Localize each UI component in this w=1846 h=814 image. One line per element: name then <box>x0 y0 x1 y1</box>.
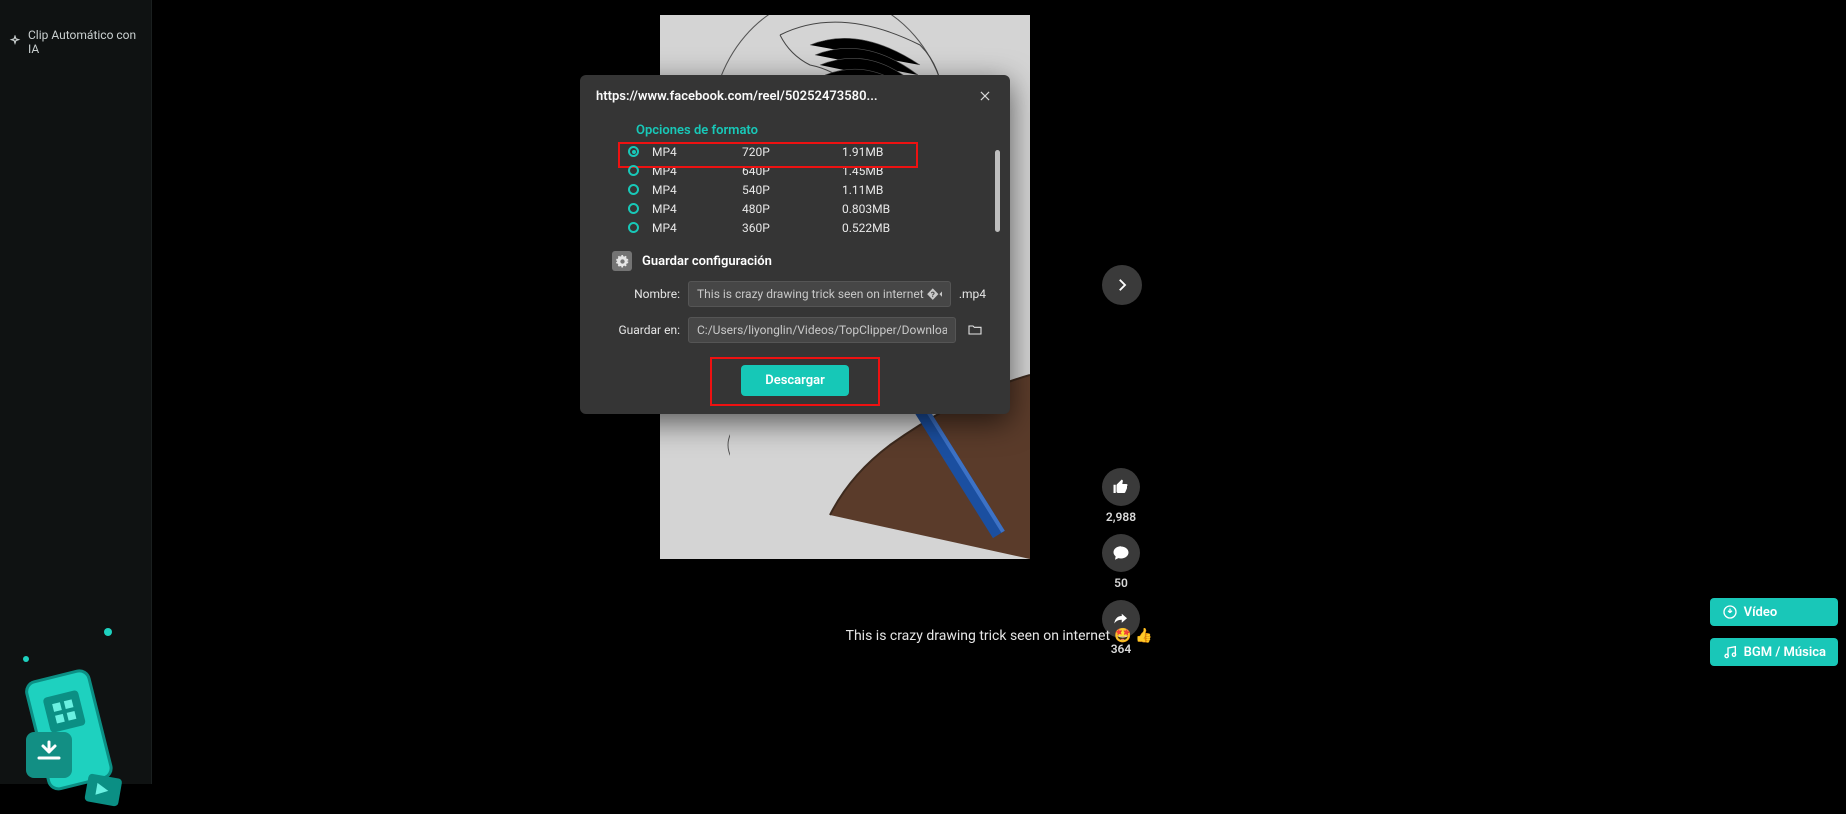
comment-icon <box>1112 544 1130 562</box>
download-wrap: Descargar <box>580 353 1010 414</box>
save-config-title: Guardar configuración <box>642 254 772 269</box>
format-type: MP4 <box>652 183 742 197</box>
close-icon <box>978 89 992 103</box>
browse-folder-button[interactable] <box>964 320 986 340</box>
sidebar: Clip Automático con IA <box>0 0 152 784</box>
name-label: Nombre: <box>612 287 680 301</box>
save-config-section: Guardar configuración Nombre: .mp4 Guard… <box>580 237 1010 343</box>
comment-action: 50 <box>1102 534 1140 590</box>
caption-emoji: 🤩 👍 <box>1114 628 1152 644</box>
like-count: 2,988 <box>1106 510 1136 524</box>
format-option-540p[interactable]: MP4540P1.11MB <box>618 180 980 199</box>
savein-field-row: Guardar en: <box>612 317 986 343</box>
format-type: MP4 <box>652 164 742 178</box>
caption-text: This is crazy drawing trick seen on inte… <box>846 628 1110 644</box>
format-scrollbar[interactable] <box>995 150 1000 232</box>
savein-label: Guardar en: <box>612 323 680 337</box>
name-ext: .mp4 <box>959 287 986 301</box>
format-options-title: Opciones de formato <box>580 115 1010 142</box>
download-dialog: https://www.facebook.com/reel/5025247358… <box>580 75 1010 414</box>
name-field-row: Nombre: .mp4 <box>612 281 986 307</box>
share-icon <box>1112 610 1130 628</box>
format-size: 0.803MB <box>842 202 980 216</box>
format-size: 1.91MB <box>842 145 980 159</box>
download-button[interactable]: Descargar <box>741 365 849 396</box>
format-options: MP4720P1.91MBMP4640P1.45MBMP4540P1.11MBM… <box>580 142 1010 237</box>
like-button[interactable] <box>1102 468 1140 506</box>
savein-input[interactable] <box>688 317 956 343</box>
comment-count: 50 <box>1114 576 1128 590</box>
format-size: 1.45MB <box>842 164 980 178</box>
dialog-header: https://www.facebook.com/reel/5025247358… <box>580 75 1010 115</box>
format-type: MP4 <box>652 221 742 235</box>
format-size: 0.522MB <box>842 221 980 235</box>
radio-icon <box>628 203 639 214</box>
video-pill-button[interactable]: Vídeo <box>1710 598 1838 626</box>
promo-device-illustration <box>8 614 138 814</box>
format-size: 1.11MB <box>842 183 980 197</box>
chevron-right-icon <box>1113 276 1131 294</box>
download-video-icon <box>1722 604 1738 620</box>
format-option-640p[interactable]: MP4640P1.45MB <box>618 161 980 180</box>
format-res: 540P <box>742 183 842 197</box>
comment-button[interactable] <box>1102 534 1140 572</box>
video-caption: This is crazy drawing trick seen on inte… <box>846 628 1153 644</box>
music-icon <box>1722 644 1738 660</box>
share-count: 364 <box>1111 642 1132 656</box>
sparkle-icon <box>8 35 22 49</box>
video-pill-label: Vídeo <box>1744 605 1778 620</box>
dialog-url: https://www.facebook.com/reel/5025247358… <box>596 89 878 104</box>
gear-icon-box <box>612 251 632 271</box>
format-res: 640P <box>742 164 842 178</box>
like-action: 2,988 <box>1102 468 1140 524</box>
radio-icon <box>628 222 639 233</box>
name-input[interactable] <box>688 281 951 307</box>
bgm-pill-label: BGM / Música <box>1744 645 1826 660</box>
sidebar-item-label: Clip Automático con IA <box>28 28 143 56</box>
sidebar-item-ai-clip[interactable]: Clip Automático con IA <box>0 20 151 64</box>
format-option-720p[interactable]: MP4720P1.91MB <box>618 142 980 161</box>
radio-icon <box>628 165 639 176</box>
format-option-360p[interactable]: MP4360P0.522MB <box>618 218 980 237</box>
bgm-pill-button[interactable]: BGM / Música <box>1710 638 1838 666</box>
gear-icon <box>616 255 629 268</box>
next-button[interactable] <box>1102 265 1142 305</box>
radio-icon <box>628 146 639 157</box>
folder-icon <box>966 322 984 338</box>
format-type: MP4 <box>652 202 742 216</box>
floating-buttons: Vídeo BGM / Música <box>1710 598 1838 666</box>
radio-icon <box>628 184 639 195</box>
dialog-close-button[interactable] <box>976 87 994 105</box>
format-option-480p[interactable]: MP4480P0.803MB <box>618 199 980 218</box>
format-type: MP4 <box>652 145 742 159</box>
format-res: 480P <box>742 202 842 216</box>
format-res: 720P <box>742 145 842 159</box>
format-res: 360P <box>742 221 842 235</box>
thumbs-up-icon <box>1112 478 1130 496</box>
